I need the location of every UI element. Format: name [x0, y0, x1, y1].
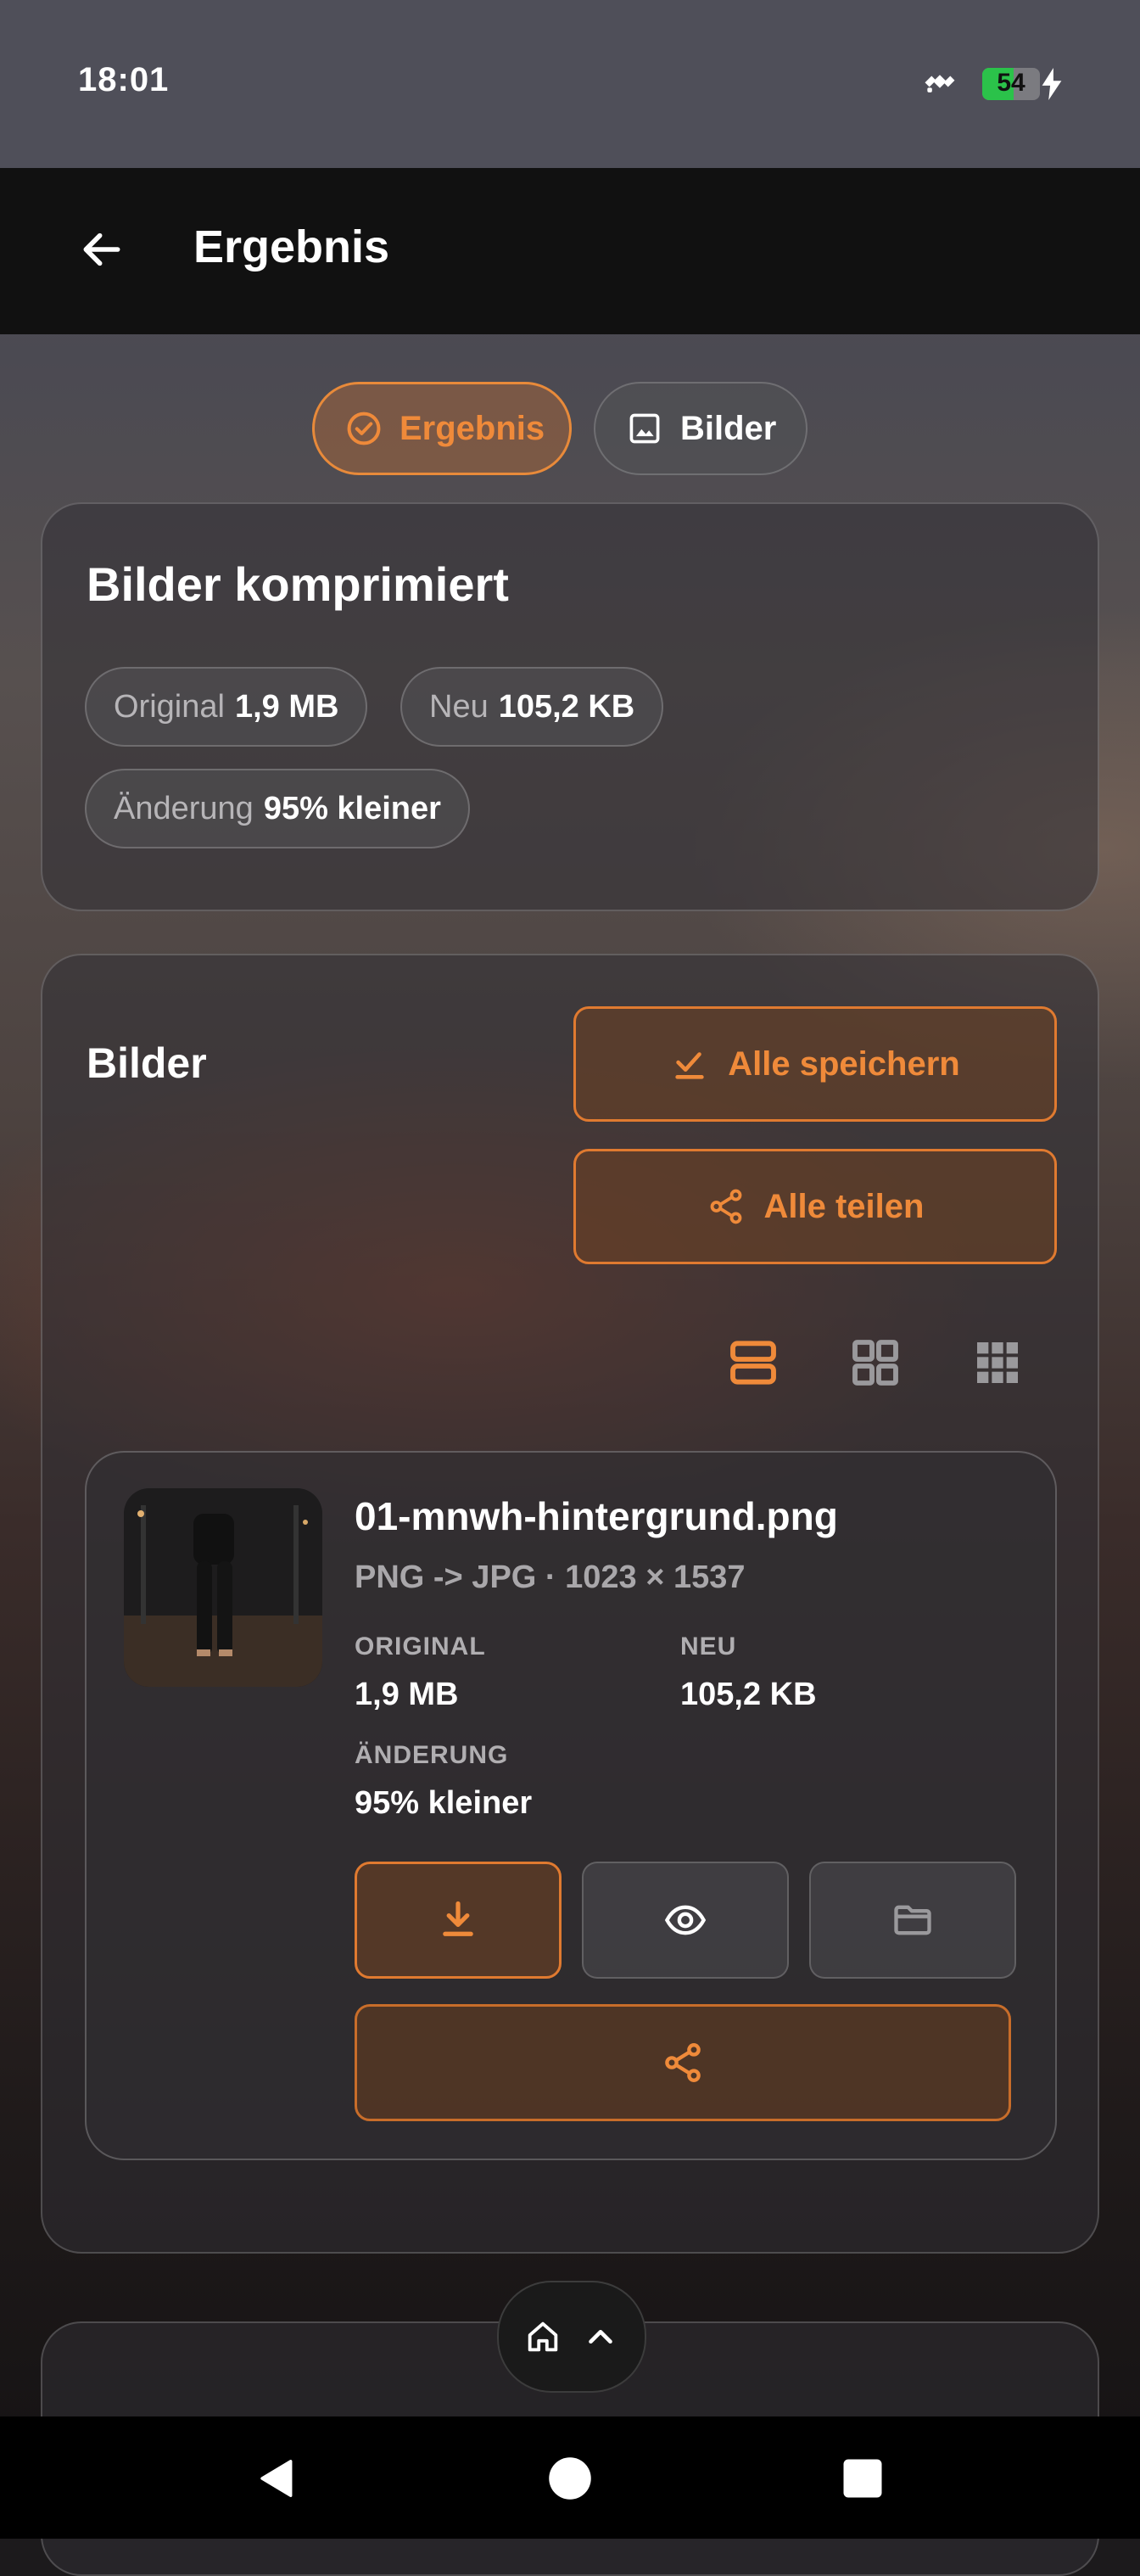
charging-icon — [1042, 68, 1062, 100]
image-filename: 01-mnwh-hintergrund.png — [355, 1494, 838, 1538]
tab-ergebnis-label: Ergebnis — [400, 409, 545, 447]
save-all-button[interactable]: Alle speichern — [573, 1006, 1057, 1122]
share-icon — [665, 2043, 701, 2082]
new-size-label: NEU — [680, 1632, 737, 1660]
battery-level: 54 — [997, 69, 1025, 97]
chip-new-value: 105,2 KB — [498, 688, 635, 725]
share-all-label: Alle teilen — [763, 1187, 925, 1225]
status-bar: 18:01 54 — [0, 0, 1140, 168]
app-bar: Ergebnis — [0, 168, 1140, 334]
home-scroll-button[interactable] — [497, 2281, 646, 2393]
new-size-value: 105,2 KB — [680, 1677, 817, 1712]
satellite-icon — [925, 75, 955, 92]
nav-home-icon[interactable] — [547, 2456, 593, 2501]
system-nav-bar — [0, 2416, 1140, 2539]
save-check-icon — [675, 1052, 704, 1079]
eye-icon — [664, 1905, 707, 1935]
tab-bilder[interactable]: Bilder — [594, 382, 808, 475]
page-title: Ergebnis — [193, 221, 390, 272]
save-all-label: Alle speichern — [728, 1044, 960, 1083]
images-heading: Bilder — [87, 1039, 207, 1087]
image-list-item: 01-mnwh-hintergrund.png PNG -> JPG · 102… — [85, 1451, 1057, 2160]
chip-change-value: 95% kleiner — [263, 790, 441, 826]
change-value: 95% kleiner — [355, 1785, 533, 1821]
preview-button[interactable] — [582, 1862, 789, 1979]
chip-change: Änderung 95% kleiner — [85, 769, 470, 848]
chip-original-value: 1,9 MB — [234, 688, 339, 725]
share-image-button[interactable] — [355, 2004, 1011, 2121]
original-size-label: ORIGINAL — [355, 1632, 486, 1660]
image-icon — [629, 413, 660, 444]
back-arrow-icon[interactable] — [78, 226, 126, 273]
chip-change-key: Änderung — [114, 790, 254, 826]
chip-original-key: Original — [114, 688, 225, 725]
chip-new: Neu 105,2 KB — [400, 667, 664, 747]
compact-grid-icon[interactable] — [970, 1336, 1025, 1390]
download-icon — [443, 1901, 473, 1936]
tab-bilder-label: Bilder — [680, 409, 777, 447]
image-thumbnail[interactable] — [124, 1488, 322, 1687]
chevron-up-icon — [589, 2329, 612, 2344]
tab-ergebnis[interactable]: Ergebnis — [312, 382, 572, 475]
chip-new-key: Neu — [429, 688, 489, 725]
images-card: Bilder Alle speichern Alle teilen 01-mnw… — [41, 954, 1099, 2254]
summary-heading: Bilder komprimiert — [87, 557, 509, 611]
nav-back-icon[interactable] — [254, 2456, 300, 2501]
home-icon — [528, 2321, 558, 2352]
battery-indicator: 54 — [982, 68, 1040, 100]
check-circle-icon — [347, 412, 381, 445]
open-folder-button[interactable] — [809, 1862, 1016, 1979]
share-icon — [710, 1189, 741, 1224]
image-format-dimensions: PNG -> JPG · 1023 × 1537 — [355, 1560, 746, 1595]
summary-card: Bilder komprimiert Original 1,9 MB Neu 1… — [41, 502, 1099, 911]
share-all-button[interactable]: Alle teilen — [573, 1149, 1057, 1264]
folder-icon — [894, 1905, 931, 1935]
chip-original: Original 1,9 MB — [85, 667, 368, 747]
thumbnail-picture — [124, 1488, 322, 1687]
change-label: ÄNDERUNG — [355, 1741, 509, 1769]
download-button[interactable] — [355, 1862, 562, 1979]
list-view-icon[interactable] — [726, 1336, 780, 1390]
grid-view-icon[interactable] — [848, 1336, 902, 1390]
nav-recents-icon[interactable] — [840, 2456, 886, 2501]
original-size-value: 1,9 MB — [355, 1677, 459, 1712]
status-time: 18:01 — [78, 61, 170, 98]
